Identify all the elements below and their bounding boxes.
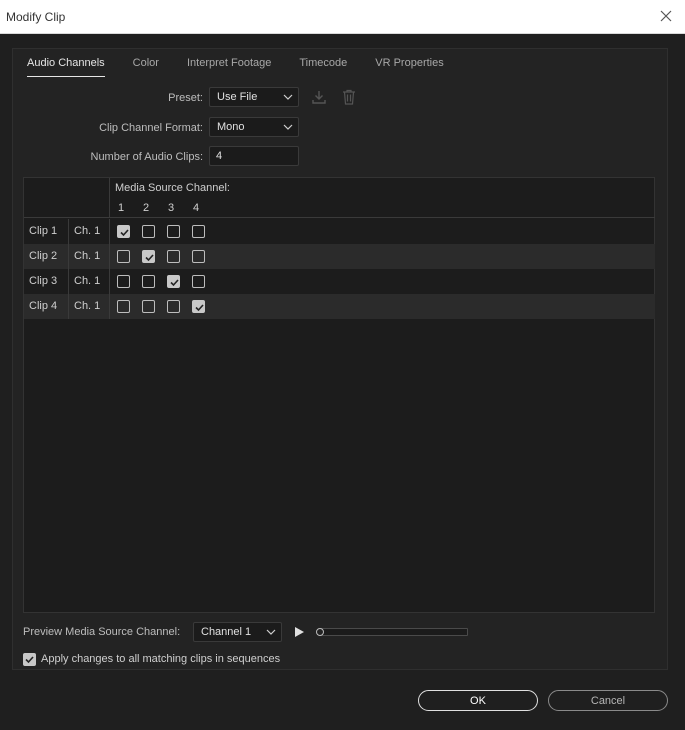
preview-media-source-channel-label: Preview Media Source Channel:	[23, 626, 181, 638]
grid-header: Media Source Channel: 1 2 3 4	[110, 178, 655, 218]
clip-name-cell: Clip 4	[24, 294, 69, 319]
check-icon	[195, 304, 204, 312]
ok-button[interactable]: OK	[418, 690, 538, 711]
tab-vr-properties[interactable]: VR Properties	[375, 57, 443, 77]
channel-checkbox[interactable]	[117, 250, 130, 263]
dialog-panel: Audio Channels Color Interpret Footage T…	[12, 48, 668, 670]
clip-channel-format-value: Mono	[217, 121, 245, 133]
apply-to-matching-clips-label: Apply changes to all matching clips in s…	[41, 653, 281, 665]
preview-channel-dropdown[interactable]: Channel 1	[193, 622, 282, 642]
grid-header-corner	[24, 178, 110, 218]
channel-checkbox[interactable]	[142, 225, 155, 238]
clip-channel-cell: Ch. 1	[69, 269, 110, 294]
check-icon	[170, 279, 179, 287]
close-icon[interactable]	[655, 5, 677, 27]
channel-checkbox[interactable]	[117, 300, 130, 313]
channel-checkbox[interactable]	[142, 275, 155, 288]
preset-value: Use File	[217, 91, 258, 103]
table-row: Clip 2 Ch. 1	[24, 244, 655, 269]
media-source-channel-header: Media Source Channel:	[115, 182, 230, 194]
clip-channel-format-dropdown[interactable]: Mono	[209, 117, 299, 137]
import-preset-icon[interactable]	[310, 88, 328, 106]
channel-checkbox[interactable]	[167, 250, 180, 263]
clip-channel-format-label: Clip Channel Format:	[99, 122, 203, 134]
clip-channel-cell: Ch. 1	[69, 244, 110, 269]
tab-audio-channels[interactable]: Audio Channels	[27, 57, 105, 77]
tab-timecode[interactable]: Timecode	[299, 57, 347, 77]
channel-checkbox[interactable]	[192, 225, 205, 238]
channel-number: 3	[167, 202, 175, 214]
channel-checkbox[interactable]	[167, 225, 180, 238]
channel-checkbox[interactable]	[167, 275, 180, 288]
check-icon	[25, 656, 34, 664]
clip-name-cell: Clip 2	[24, 244, 69, 269]
preset-label: Preset:	[168, 92, 203, 104]
channel-checkbox[interactable]	[117, 225, 130, 238]
check-icon	[145, 254, 154, 262]
channel-mapping-grid: Media Source Channel: 1 2 3 4 Clip 1 Ch. …	[23, 177, 655, 613]
table-row: Clip 3 Ch. 1	[24, 269, 655, 294]
channel-checkbox[interactable]	[117, 275, 130, 288]
channel-checkbox[interactable]	[142, 250, 155, 263]
clip-name-cell: Clip 1	[24, 219, 69, 244]
table-row: Clip 1 Ch. 1	[24, 219, 655, 244]
table-row: Clip 4 Ch. 1	[24, 294, 655, 319]
preview-scrubber-knob[interactable]	[316, 628, 324, 636]
clip-channel-cell: Ch. 1	[69, 219, 110, 244]
channel-checkbox[interactable]	[192, 275, 205, 288]
title-bar: Modify Clip	[0, 0, 685, 34]
play-icon[interactable]	[293, 626, 305, 638]
tab-bar: Audio Channels Color Interpret Footage T…	[27, 57, 472, 77]
chevron-down-icon	[266, 629, 276, 635]
trash-icon[interactable]	[340, 88, 358, 106]
channel-number: 4	[192, 202, 200, 214]
tab-interpret-footage[interactable]: Interpret Footage	[187, 57, 271, 77]
tab-color[interactable]: Color	[133, 57, 159, 77]
chevron-down-icon	[283, 124, 293, 130]
channel-checkbox[interactable]	[142, 300, 155, 313]
preview-scrubber-track[interactable]	[320, 628, 468, 636]
channel-number: 1	[117, 202, 125, 214]
chevron-down-icon	[283, 94, 293, 100]
apply-to-matching-clips-checkbox[interactable]	[23, 653, 36, 666]
preset-dropdown[interactable]: Use File	[209, 87, 299, 107]
number-of-audio-clips-label: Number of Audio Clips:	[90, 151, 204, 163]
preview-channel-value: Channel 1	[201, 626, 252, 638]
check-icon	[120, 229, 129, 237]
channel-checkbox[interactable]	[192, 250, 205, 263]
cancel-button[interactable]: Cancel	[548, 690, 668, 711]
clip-channel-cell: Ch. 1	[69, 294, 110, 319]
window-title: Modify Clip	[6, 10, 66, 24]
channel-number: 2	[142, 202, 150, 214]
clip-name-cell: Clip 3	[24, 269, 69, 294]
channel-checkbox[interactable]	[167, 300, 180, 313]
number-of-audio-clips-input[interactable]: 4	[209, 146, 299, 166]
channel-checkbox[interactable]	[192, 300, 205, 313]
